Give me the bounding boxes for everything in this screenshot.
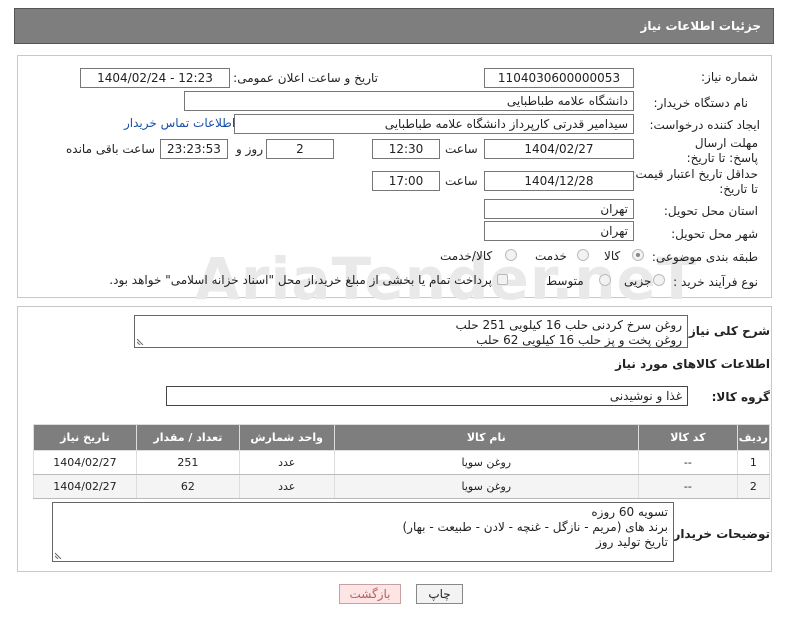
goods-group-label: گروه کالا:: [711, 390, 770, 404]
remaining-time-label: ساعت باقی مانده: [66, 142, 156, 156]
cell-date: 1404/02/27: [33, 450, 137, 475]
treasury-payment-note: پرداخت تمام یا بخشی از مبلغ خرید،از محل …: [109, 273, 492, 287]
goods-table-header: ردیف کد کالا نام کالا واحد شمارش تعداد /…: [33, 424, 771, 451]
description-line-1: روغن سرخ کردنی حلب 16 کیلویی 251 حلب: [455, 318, 682, 332]
col-unit: واحد شمارش: [238, 424, 335, 451]
buyer-notes-line-2: برند های (مریم - نازگل - غنچه - لادن - ط…: [402, 520, 669, 534]
process-medium-label: متوسط: [546, 274, 584, 288]
page-title: جزئیات اطلاعات نیاز: [640, 19, 761, 33]
deadline-time-label: ساعت: [445, 142, 478, 156]
cell-row: 1: [736, 450, 771, 475]
cell-name: روغن سویا: [333, 474, 639, 499]
validity-label: حداقل تاریخ اعتبار قیمت: تا تاریخ:: [631, 167, 758, 196]
days-field[interactable]: 2: [266, 139, 334, 159]
cell-code: --: [637, 474, 738, 499]
category-both-radio[interactable]: [505, 249, 517, 261]
remaining-time-field[interactable]: 23:23:53: [160, 139, 228, 159]
contact-info-link[interactable]: اطلاعات تماس خریدار: [124, 116, 235, 130]
cell-quantity: 251: [135, 450, 240, 475]
category-goods-radio[interactable]: [632, 249, 644, 261]
resize-handle-icon[interactable]: [137, 337, 145, 345]
creator-field[interactable]: سیدامیر قدرتی کارپرداز دانشگاه علامه طبا…: [234, 114, 634, 134]
category-goods-label: کالا: [604, 249, 621, 263]
resize-handle-icon[interactable]: [55, 551, 63, 559]
table-row[interactable]: 1 -- روغن سویا عدد 251 1404/02/27: [33, 450, 771, 475]
validity-time-label: ساعت: [445, 174, 478, 188]
col-code: کد کالا: [637, 424, 738, 451]
col-name: نام کالا: [333, 424, 639, 451]
province-field[interactable]: تهران: [484, 199, 634, 219]
announce-datetime-field[interactable]: 1404/02/24 - 12:23: [80, 68, 230, 88]
deadline-label: مهلت ارسال پاسخ: تا تاریخ:: [686, 136, 758, 165]
deadline-time-field[interactable]: 12:30: [372, 139, 440, 159]
process-medium-radio[interactable]: [599, 274, 611, 286]
announce-label: تاریخ و ساعت اعلان عمومی:: [233, 71, 378, 85]
category-service-radio[interactable]: [577, 249, 589, 261]
buyer-field[interactable]: دانشگاه علامه طباطبایی: [184, 91, 634, 111]
cell-unit: عدد: [238, 474, 335, 499]
city-field[interactable]: تهران: [484, 221, 634, 241]
treasury-payment-checkbox[interactable]: [497, 274, 508, 285]
page-header: جزئیات اطلاعات نیاز: [14, 8, 774, 44]
need-number-field[interactable]: 1104030600000053: [484, 68, 634, 88]
cell-code: --: [637, 450, 738, 475]
goods-group-field[interactable]: غذا و نوشیدنی: [166, 386, 688, 406]
print-button[interactable]: چاپ: [416, 584, 463, 604]
cell-name: روغن سویا: [333, 450, 639, 475]
buyer-label: نام دستگاه خریدار:: [653, 96, 749, 110]
description-label: شرح کلی نیاز:: [684, 324, 770, 338]
buyer-notes-textarea[interactable]: تسویه 60 روزه برند های (مریم - نازگل - غ…: [52, 502, 674, 562]
buyer-notes-line-3: تاریخ تولید روز: [595, 535, 668, 549]
description-textarea[interactable]: روغن سرخ کردنی حلب 16 کیلویی 251 حلب روغ…: [134, 315, 688, 348]
table-row[interactable]: 2 -- روغن سویا عدد 62 1404/02/27: [33, 474, 771, 499]
cell-date: 1404/02/27: [33, 474, 137, 499]
col-date: تاریخ نیاز: [33, 424, 137, 451]
process-minor-label: جزیی: [624, 274, 652, 288]
validity-time-field[interactable]: 17:00: [372, 171, 440, 191]
process-minor-radio[interactable]: [653, 274, 665, 286]
goods-table: ردیف کد کالا نام کالا واحد شمارش تعداد /…: [33, 424, 771, 499]
category-label: طبقه بندی موضوعی:: [651, 250, 758, 264]
col-quantity: تعداد / مقدار: [135, 424, 240, 451]
cell-unit: عدد: [238, 450, 335, 475]
creator-label: ایجاد کننده درخواست:: [649, 118, 760, 132]
goods-section-title: اطلاعات کالاهای مورد نیاز: [615, 357, 770, 371]
process-label: نوع فرآیند خرید :: [673, 275, 758, 289]
category-both-label: کالا/خدمت: [440, 249, 493, 263]
deadline-date-field[interactable]: 1404/02/27: [484, 139, 634, 159]
days-label: روز و: [236, 142, 263, 156]
city-label: شهر محل تحویل:: [671, 227, 758, 241]
col-row: ردیف: [736, 424, 771, 451]
category-service-label: خدمت: [535, 249, 567, 263]
back-button[interactable]: بازگشت: [339, 584, 401, 604]
province-label: استان محل تحویل:: [663, 204, 758, 218]
description-line-2: روغن پخت و پز حلب 16 کیلویی 62 حلب: [476, 333, 682, 347]
cell-quantity: 62: [135, 474, 240, 499]
buyer-notes-line-1: تسویه 60 روزه: [591, 505, 668, 519]
buyer-notes-label: توضیحات خریدار:: [668, 527, 770, 541]
validity-date-field[interactable]: 1404/12/28: [484, 171, 634, 191]
cell-row: 2: [736, 474, 771, 499]
need-number-label: شماره نیاز:: [701, 70, 758, 84]
